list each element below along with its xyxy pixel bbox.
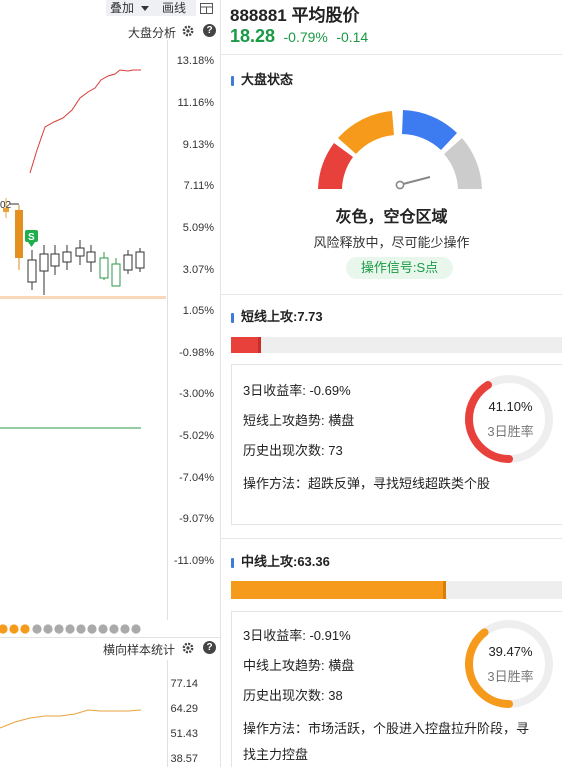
y-axis-label: 5.09% — [182, 222, 214, 234]
y-axis-label: 13.18% — [176, 55, 214, 67]
bottom-axis-label: 51.43 — [170, 728, 198, 740]
chevron-down-icon — [141, 5, 150, 11]
y-axis-label: 9.13% — [182, 139, 214, 151]
y-axis-label: -11.09% — [173, 555, 214, 567]
market-gauge — [318, 110, 482, 190]
state-desc: 风险释放中，尽可能少操作 — [313, 235, 470, 250]
short-win-label: 3日胜率 — [487, 424, 534, 439]
y-axis-label: -9.07% — [179, 513, 214, 525]
mid-attack-title: 中线上攻:63.36 — [231, 551, 330, 570]
page-dots[interactable] — [0, 622, 150, 636]
mid-win-rate: 39.47% — [488, 644, 533, 659]
y-axis-label: -0.98% — [179, 347, 214, 359]
quote-row: 18.28 -0.79% -0.14 — [230, 26, 368, 47]
short-trend-row: 短线上攻趋势: 横盘 — [243, 413, 355, 428]
main-chart: 02 S — [0, 40, 168, 620]
gauge-blue — [402, 110, 457, 150]
mid-method-line2: 找主力控盘 — [243, 747, 309, 762]
short-count-row: 历史出现次数: 73 — [243, 443, 343, 458]
abs-change: -0.14 — [336, 29, 369, 45]
short-attack-box: 3日收益率: -0.69% 短线上攻趋势: 横盘 历史出现次数: 73 操作方法… — [231, 364, 562, 525]
candle — [62, 251, 72, 263]
pct-change: -0.79% — [283, 29, 328, 45]
bottom-chart — [0, 660, 168, 767]
mid-win-label: 3日胜率 — [487, 669, 534, 684]
y-axis-label: 11.16% — [177, 97, 215, 109]
mid-count-row: 历史出现次数: 38 — [243, 688, 343, 703]
overlay-dropdown[interactable]: 叠加 — [106, 0, 160, 16]
y-axis-label: 1.05% — [182, 305, 214, 317]
short-attack-title: 短线上攻:7.73 — [231, 306, 323, 325]
overlay-label: 叠加 — [110, 1, 135, 15]
y-axis-label: -3.00% — [179, 388, 214, 400]
short-method: 操作方法：超跌反弹，寻找短线超跌类个股 — [243, 476, 491, 491]
signal-pill: 操作信号:S点 — [346, 257, 453, 279]
baseline-band — [0, 296, 166, 299]
red-return-line — [29, 69, 141, 174]
y-axis-label: 3.07% — [182, 264, 214, 276]
gauge-red — [318, 143, 353, 189]
cross-stats-label: 横向样本统计 — [103, 643, 176, 657]
candle — [27, 259, 37, 283]
mid-method-line1: 操作方法：市场活跃，个股进入控盘拉升阶段，寻 — [243, 721, 530, 736]
candle — [15, 210, 23, 258]
short-return-row: 3日收益率: -0.69% — [243, 383, 351, 398]
state-title: 灰色，空仓区域 — [335, 209, 448, 226]
grid-icon[interactable] — [200, 3, 213, 14]
price: 18.28 — [230, 26, 276, 46]
candle — [50, 253, 60, 267]
draw-line-label: 画线 — [162, 1, 187, 15]
market-status-title: 大盘状态 — [231, 69, 293, 88]
candle — [123, 254, 133, 271]
stock-title: 888881 平均股价 — [230, 6, 360, 25]
gauge-gray — [444, 138, 482, 189]
mid-attack-box: 3日收益率: -0.91% 中线上攻趋势: 横盘 历史出现次数: 38 操作方法… — [231, 611, 562, 767]
draw-line-button[interactable]: 画线 — [158, 0, 196, 16]
y-axis-label: 7.11% — [183, 180, 214, 192]
candle — [39, 253, 49, 272]
candle — [86, 251, 96, 263]
bottom-axis-label: 77.14 — [170, 678, 198, 690]
bottom-axis-label: 64.29 — [170, 703, 198, 715]
help-icon[interactable]: ? — [203, 24, 216, 37]
mid-attack-progress — [231, 581, 562, 599]
y-axis-label: -7.04% — [179, 472, 214, 484]
candle — [75, 247, 85, 257]
short-win-rate: 41.10% — [488, 399, 533, 414]
gauge-orange — [338, 111, 394, 154]
signal-badge-label: S — [28, 232, 35, 243]
info-panel: 888881 平均股价 18.28 -0.79% -0.14 大盘状态 灰色，空… — [221, 0, 562, 767]
mid-trend-row: 中线上攻趋势: 横盘 — [243, 658, 355, 673]
chart-panel: 叠加 画线 大盘分析 ? 02 — [0, 0, 221, 767]
bottom-axis-label: 38.57 — [170, 753, 198, 765]
gear-icon[interactable] — [182, 25, 194, 37]
gear-icon[interactable] — [182, 642, 194, 654]
y-axis-label: -5.02% — [179, 430, 214, 442]
gauge-pivot — [395, 180, 405, 190]
help-icon[interactable]: ? — [203, 641, 216, 654]
market-analysis-label: 大盘分析 — [128, 26, 177, 40]
short-attack-progress — [231, 337, 562, 353]
candle — [99, 257, 109, 279]
gauge-needle — [402, 176, 431, 185]
mid-return-row: 3日收益率: -0.91% — [243, 628, 351, 643]
candle — [135, 251, 145, 269]
candle — [111, 263, 121, 287]
